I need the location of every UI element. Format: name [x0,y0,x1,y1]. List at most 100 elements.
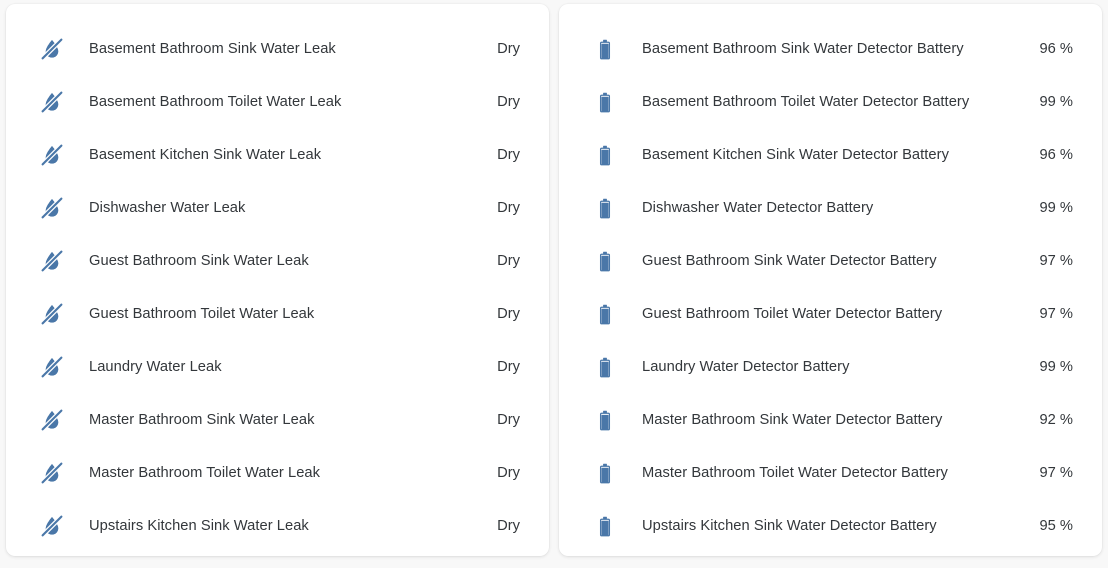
sensor-value: Dry [497,40,520,57]
battery-icon [593,143,617,167]
sensor-row[interactable]: Dishwasher Water Detector Battery 99 % [575,181,1086,234]
sensor-name-label: Master Bathroom Toilet Water Detector Ba… [642,464,948,481]
sensor-row[interactable]: Guest Bathroom Toilet Water Detector Bat… [575,287,1086,340]
row-icon-cell[interactable] [22,90,68,114]
water-detector-batteries-card: Basement Bathroom Sink Water Detector Ba… [559,4,1102,556]
sensor-row[interactable]: Upstairs Kitchen Sink Water Leak Dry [22,499,533,552]
sensor-value: Dry [497,411,520,428]
sensor-value: Dry [497,358,520,375]
water-drop-slash-icon [40,37,64,61]
row-icon-cell[interactable] [575,408,621,432]
battery-icon [593,408,617,432]
row-icon-cell[interactable] [22,302,68,326]
sensor-name-label: Guest Bathroom Sink Water Leak [89,252,309,269]
sensor-dashboard: Basement Bathroom Sink Water Leak Dry Base… [0,0,1108,568]
battery-icon [593,37,617,61]
sensor-name-label: Basement Bathroom Sink Water Detector Ba… [642,40,964,57]
sensor-row[interactable]: Basement Bathroom Sink Water Detector Ba… [575,22,1086,75]
water-drop-slash-icon [40,408,64,432]
sensor-value: Dry [497,252,520,269]
battery-icon [593,355,617,379]
water-leak-sensors-card: Basement Bathroom Sink Water Leak Dry Base… [6,4,549,556]
sensor-name-label: Guest Bathroom Toilet Water Detector Bat… [642,305,943,322]
sensor-name-label: Laundry Water Leak [89,358,222,375]
water-drop-slash-icon [40,355,64,379]
sensor-row[interactable]: Master Bathroom Toilet Water Leak Dry [22,446,533,499]
sensor-row[interactable]: Dishwasher Water Leak Dry [22,181,533,234]
row-icon-cell[interactable] [575,461,621,485]
water-drop-slash-icon [40,90,64,114]
battery-icon [593,461,617,485]
sensor-row[interactable]: Basement Kitchen Sink Water Leak Dry [22,128,533,181]
sensor-name-label: Laundry Water Detector Battery [642,358,850,375]
sensor-name-label: Dishwasher Water Detector Battery [642,199,874,216]
sensor-row[interactable]: Basement Bathroom Toilet Water Detector … [575,75,1086,128]
sensor-row[interactable]: Upstairs Kitchen Sink Water Detector Bat… [575,499,1086,552]
row-icon-cell[interactable] [575,196,621,220]
sensor-name-label: Basement Bathroom Toilet Water Leak [89,93,342,110]
sensor-row[interactable]: Guest Bathroom Sink Water Detector Batte… [575,234,1086,287]
water-drop-slash-icon [40,514,64,538]
sensor-value: Dry [497,199,520,216]
sensor-name-label: Upstairs Kitchen Sink Water Detector Bat… [642,517,937,534]
battery-icon [593,196,617,220]
row-icon-cell[interactable] [575,143,621,167]
row-icon-cell[interactable] [22,408,68,432]
row-icon-cell[interactable] [575,249,621,273]
water-drop-slash-icon [40,461,64,485]
sensor-row[interactable]: Master Bathroom Toilet Water Detector Ba… [575,446,1086,499]
row-icon-cell[interactable] [22,249,68,273]
row-icon-cell[interactable] [575,514,621,538]
row-icon-cell[interactable] [22,143,68,167]
sensor-name-label: Master Bathroom Sink Water Detector Batt… [642,411,943,428]
row-icon-cell[interactable] [22,461,68,485]
sensor-value: Dry [497,305,520,322]
water-drop-slash-icon [40,196,64,220]
row-icon-cell[interactable] [575,355,621,379]
row-icon-cell[interactable] [22,514,68,538]
battery-icon [593,302,617,326]
sensor-row[interactable]: Laundry Water Detector Battery 99 % [575,340,1086,393]
sensor-row[interactable]: Master Bathroom Sink Water Leak Dry [22,393,533,446]
battery-icon [593,249,617,273]
battery-icon [593,90,617,114]
sensor-row[interactable]: Laundry Water Leak Dry [22,340,533,393]
sensor-name-label: Dishwasher Water Leak [89,199,246,216]
sensor-value: 92 % [1039,411,1073,428]
sensor-row[interactable]: Basement Bathroom Toilet Water Leak Dry [22,75,533,128]
water-drop-slash-icon [40,302,64,326]
sensor-name-label: Basement Bathroom Toilet Water Detector … [642,93,970,110]
row-icon-cell[interactable] [22,355,68,379]
battery-icon [593,514,617,538]
sensor-value: Dry [497,146,520,163]
sensor-value: 97 % [1039,464,1073,481]
row-icon-cell[interactable] [575,37,621,61]
sensor-name-label: Upstairs Kitchen Sink Water Leak [89,517,309,534]
sensor-value: 96 % [1039,146,1073,163]
sensor-value: 99 % [1039,358,1073,375]
sensor-row[interactable]: Master Bathroom Sink Water Detector Batt… [575,393,1086,446]
row-icon-cell[interactable] [22,196,68,220]
sensor-value: 99 % [1039,199,1073,216]
sensor-name-label: Basement Kitchen Sink Water Leak [89,146,322,163]
sensor-name-label: Guest Bathroom Sink Water Detector Batte… [642,252,937,269]
sensor-row[interactable]: Guest Bathroom Sink Water Leak Dry [22,234,533,287]
sensor-name-label: Basement Kitchen Sink Water Detector Bat… [642,146,949,163]
row-icon-cell[interactable] [575,90,621,114]
sensor-name-label: Guest Bathroom Toilet Water Leak [89,305,315,322]
row-icon-cell[interactable] [22,37,68,61]
sensor-value: Dry [497,464,520,481]
sensor-value: 97 % [1039,305,1073,322]
sensor-value: 95 % [1039,517,1073,534]
row-icon-cell[interactable] [575,302,621,326]
sensor-value: Dry [497,517,520,534]
sensor-row[interactable]: Basement Kitchen Sink Water Detector Bat… [575,128,1086,181]
sensor-value: 99 % [1039,93,1073,110]
sensor-row[interactable]: Basement Bathroom Sink Water Leak Dry [22,22,533,75]
water-drop-slash-icon [40,249,64,273]
sensor-value: Dry [497,93,520,110]
sensor-name-label: Master Bathroom Sink Water Leak [89,411,315,428]
sensor-row[interactable]: Guest Bathroom Toilet Water Leak Dry [22,287,533,340]
sensor-value: 96 % [1039,40,1073,57]
sensor-name-label: Basement Bathroom Sink Water Leak [89,40,336,57]
